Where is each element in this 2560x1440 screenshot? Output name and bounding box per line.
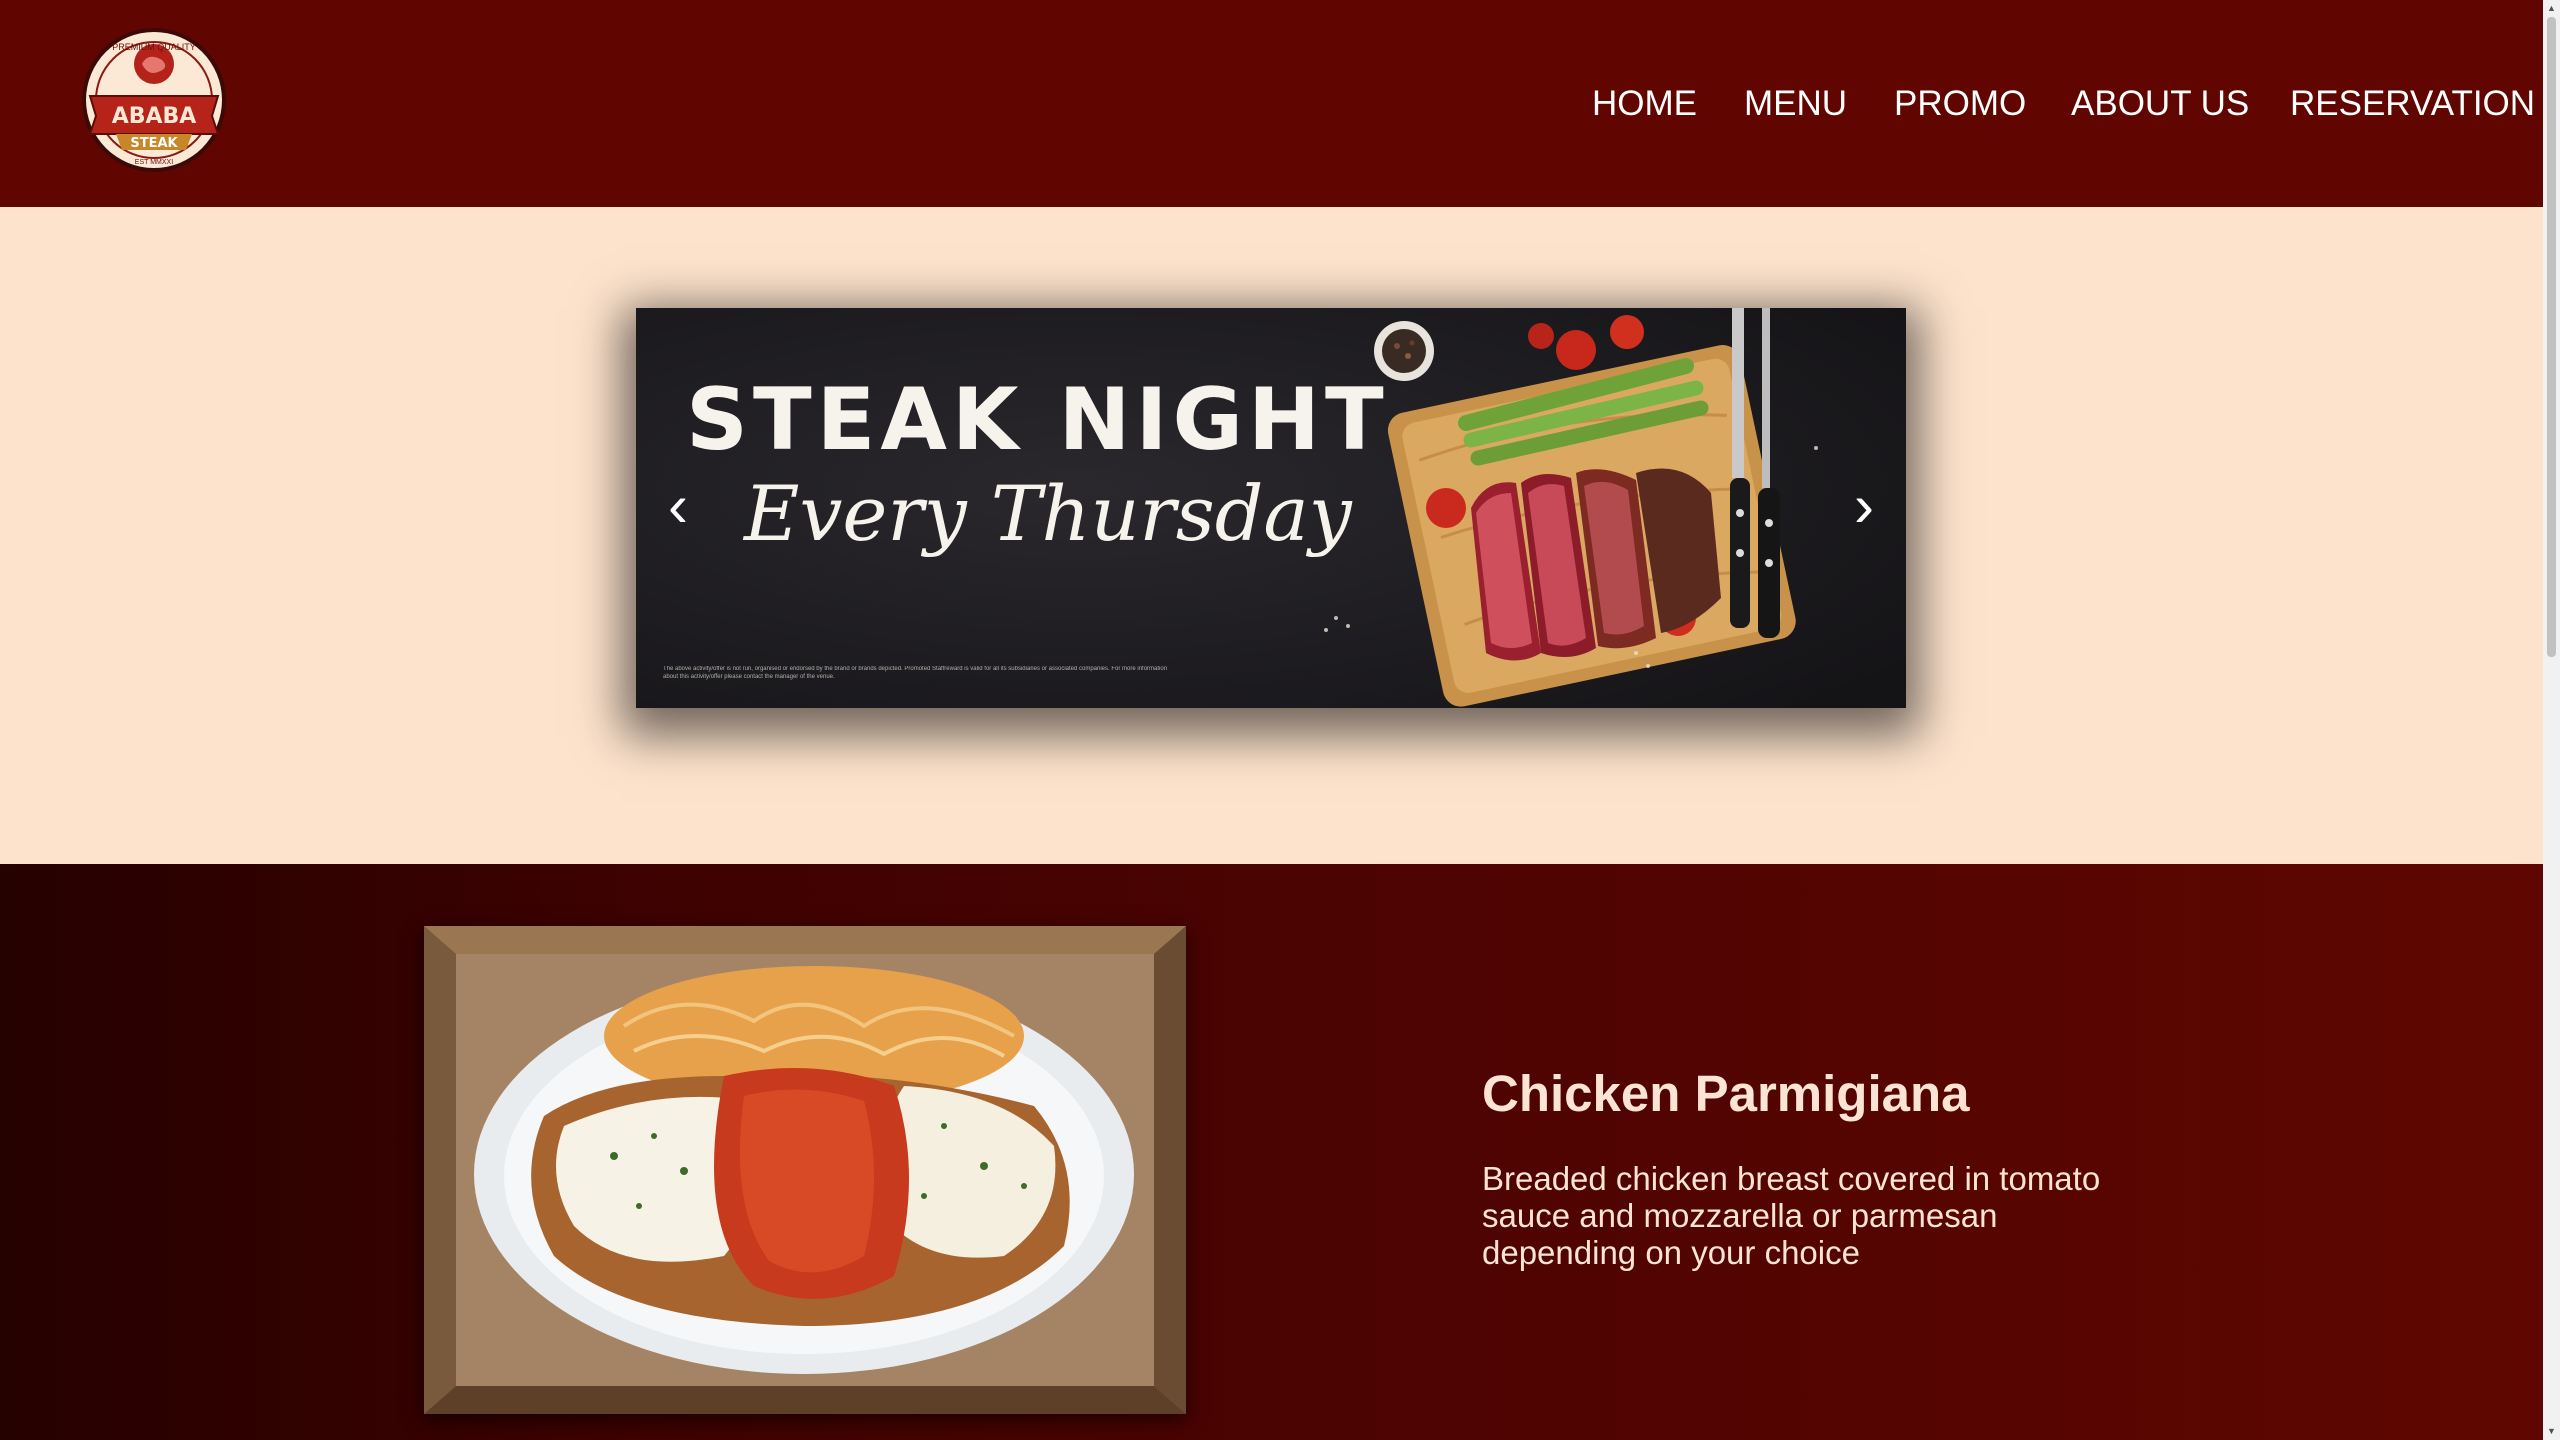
dish-description: Breaded chicken breast covered in tomato… [1482, 1160, 2101, 1271]
banner-title: STEAK NIGHT [686, 370, 1389, 470]
promo-carousel: STEAK NIGHT Every Thursday The above act… [636, 308, 1906, 708]
nav-menu[interactable]: MENU [1744, 82, 1847, 126]
site-header: PREMIUM QUALITY ABABA STEAK EST MMXXI HO… [0, 0, 2543, 207]
page-scrollbar[interactable]: ▲ ▼ [2543, 0, 2560, 1440]
nav-promo[interactable]: PROMO [1894, 82, 2026, 126]
svg-text:PREMIUM QUALITY: PREMIUM QUALITY [112, 42, 196, 52]
chevron-left-icon[interactable]: ‹ [668, 476, 688, 536]
scrollbar-thumb[interactable] [2547, 17, 2556, 657]
dish-photo-frame [424, 926, 1186, 1414]
banner-subtitle: Every Thursday [744, 469, 1352, 558]
svg-text:STEAK: STEAK [130, 136, 178, 151]
chevron-right-icon[interactable]: › [1854, 476, 1874, 536]
main-nav: HOME MENU PROMO ABOUT US RESERVATION [0, 82, 2543, 126]
nav-about-us[interactable]: ABOUT US [2071, 82, 2249, 126]
dish-title: Chicken Parmigiana [1482, 1065, 1970, 1122]
hero-section: STEAK NIGHT Every Thursday The above act… [0, 207, 2543, 864]
chicken-parmigiana-illustration [424, 926, 1186, 1414]
featured-dish-section: Chicken Parmigiana Breaded chicken breas… [0, 864, 2543, 1440]
banner-fine-print: The above activity/offer is not run, org… [663, 666, 1168, 680]
scroll-down-arrow-icon[interactable]: ▼ [2543, 1423, 2560, 1440]
scroll-up-arrow-icon[interactable]: ▲ [2543, 0, 2560, 17]
nav-home[interactable]: HOME [1592, 82, 1697, 126]
nav-reservation[interactable]: RESERVATION [2290, 82, 2535, 126]
svg-text:EST MMXXI: EST MMXXI [135, 159, 173, 166]
